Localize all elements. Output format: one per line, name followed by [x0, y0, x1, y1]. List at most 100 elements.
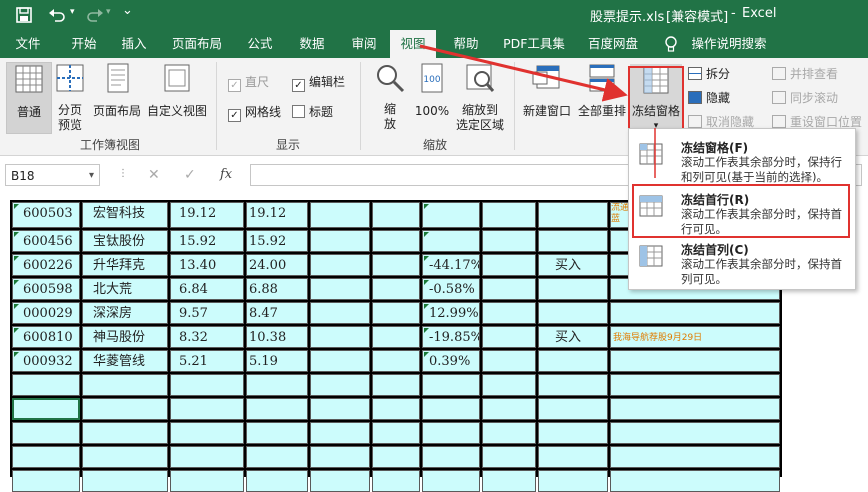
cell-name[interactable]: 宝钛股份 — [82, 230, 168, 252]
cell-empty[interactable] — [538, 470, 608, 492]
cell-empty[interactable] — [482, 230, 536, 252]
cell-action[interactable] — [538, 202, 608, 228]
zoom-button[interactable]: 缩 放 — [372, 62, 408, 132]
cell-empty[interactable] — [610, 470, 780, 492]
cell-empty[interactable] — [372, 446, 420, 468]
tell-me-search[interactable]: 操作说明搜索 — [684, 30, 774, 58]
cell-empty[interactable] — [82, 374, 168, 396]
cell-empty[interactable] — [310, 278, 370, 300]
cell-pct[interactable] — [422, 230, 480, 252]
cell-empty[interactable] — [482, 302, 536, 324]
cell-empty[interactable] — [538, 398, 608, 420]
name-box-dropdown-icon[interactable]: ▾ — [89, 165, 94, 187]
menu-item-freeze-first-column[interactable]: 冻结首列(C) 滚动工作表其余部分时，保持首列可见。 — [629, 237, 855, 287]
save-icon[interactable] — [16, 7, 32, 23]
cancel-icon[interactable]: ✕ — [148, 167, 160, 183]
cell-empty[interactable] — [12, 374, 80, 396]
tab-pdf-tools[interactable]: PDF工具集 — [498, 30, 570, 58]
name-box[interactable]: B18 ▾ — [5, 164, 100, 186]
cell-empty[interactable] — [310, 398, 370, 420]
cell-empty[interactable] — [422, 470, 480, 492]
cell-code[interactable]: 600456 — [12, 230, 80, 252]
tab-view[interactable]: 视图 — [390, 30, 436, 58]
cell-code[interactable]: 000932 — [12, 350, 80, 372]
cell-empty[interactable] — [12, 422, 80, 444]
cell-empty[interactable] — [482, 326, 536, 348]
customize-qat-icon[interactable]: ⌄ — [122, 3, 133, 18]
cell-price-a[interactable]: 6.84 — [170, 278, 244, 300]
view-side-by-side-button[interactable]: 并排查看 — [772, 66, 838, 82]
cell-empty[interactable] — [310, 202, 370, 228]
cell-price-b[interactable]: 19.12 — [246, 202, 308, 228]
cell-price-b[interactable]: 10.38 — [246, 326, 308, 348]
cell-price-a[interactable]: 13.40 — [170, 254, 244, 276]
cell-price-b[interactable]: 6.88 — [246, 278, 308, 300]
tab-file[interactable]: 文件 — [6, 30, 50, 58]
arrange-all-button[interactable]: 全部重排 — [576, 62, 628, 119]
cell-empty[interactable] — [482, 398, 536, 420]
cell-empty[interactable] — [538, 422, 608, 444]
cell-pct[interactable]: -44.17% — [422, 254, 480, 276]
cell-name[interactable]: 深深房 — [82, 302, 168, 324]
cell-empty[interactable] — [422, 374, 480, 396]
headings-checkbox[interactable]: 标题 — [292, 104, 333, 120]
cell-pct[interactable]: 0.39% — [422, 350, 480, 372]
cell-empty[interactable] — [372, 422, 420, 444]
tab-home[interactable]: 开始 — [62, 30, 106, 58]
cell-empty[interactable] — [482, 278, 536, 300]
zoom-100-button[interactable]: 100 100% — [412, 62, 452, 119]
page-break-preview-button[interactable]: 分页 预览 — [52, 62, 88, 133]
cell-action[interactable] — [538, 350, 608, 372]
cell-price-b[interactable]: 8.47 — [246, 302, 308, 324]
menu-item-freeze-panes[interactable]: 冻结窗格(F) 滚动工作表其余部分时，保持行和列可见(基于当前的选择)。 — [629, 135, 855, 185]
cell-pct[interactable]: 12.99% — [422, 302, 480, 324]
cell-empty[interactable] — [610, 374, 780, 396]
cell-price-a[interactable]: 9.57 — [170, 302, 244, 324]
insert-function-icon[interactable]: fx — [220, 167, 232, 182]
cell-note[interactable] — [610, 350, 780, 372]
cell-empty[interactable] — [482, 202, 536, 228]
tab-page-layout[interactable]: 页面布局 — [164, 30, 230, 58]
cell-empty[interactable] — [170, 422, 244, 444]
cell-empty[interactable] — [310, 446, 370, 468]
redo-icon[interactable] — [86, 7, 104, 23]
cell-empty[interactable] — [310, 302, 370, 324]
cell-empty[interactable] — [310, 326, 370, 348]
cell-name[interactable]: 北大荒 — [82, 278, 168, 300]
tab-review[interactable]: 审阅 — [344, 30, 384, 58]
cell-action[interactable] — [538, 230, 608, 252]
cell-price-b[interactable]: 24.00 — [246, 254, 308, 276]
cell-empty[interactable] — [372, 254, 420, 276]
cell-empty[interactable] — [82, 398, 168, 420]
cell-empty[interactable] — [310, 374, 370, 396]
cell-price-a[interactable]: 8.32 — [170, 326, 244, 348]
cell-empty[interactable] — [310, 254, 370, 276]
cell-action[interactable]: 买入 — [538, 326, 608, 348]
cell-empty[interactable] — [246, 446, 308, 468]
hide-button[interactable]: 隐藏 — [688, 90, 730, 106]
cell-price-b[interactable]: 5.19 — [246, 350, 308, 372]
cell-action[interactable] — [538, 302, 608, 324]
normal-view-button[interactable]: 普通 — [6, 62, 52, 134]
cell-empty[interactable] — [538, 446, 608, 468]
cell-name[interactable]: 宏智科技 — [82, 202, 168, 228]
cell-pct[interactable] — [422, 202, 480, 228]
cell-empty[interactable] — [12, 398, 80, 420]
split-button[interactable]: 拆分 — [688, 66, 730, 82]
gridlines-checkbox[interactable]: ✓ 网格线 — [228, 104, 281, 122]
cell-empty[interactable] — [372, 470, 420, 492]
cell-empty[interactable] — [538, 374, 608, 396]
cell-empty[interactable] — [310, 230, 370, 252]
cell-code[interactable]: 600598 — [12, 278, 80, 300]
cell-empty[interactable] — [246, 422, 308, 444]
tab-insert[interactable]: 插入 — [114, 30, 154, 58]
cell-empty[interactable] — [170, 398, 244, 420]
cell-empty[interactable] — [610, 422, 780, 444]
cell-empty[interactable] — [372, 278, 420, 300]
undo-icon[interactable] — [48, 7, 66, 23]
cell-empty[interactable] — [372, 302, 420, 324]
tab-help[interactable]: 帮助 — [446, 30, 486, 58]
cell-empty[interactable] — [12, 446, 80, 468]
tab-data[interactable]: 数据 — [290, 30, 334, 58]
cell-empty[interactable] — [310, 470, 370, 492]
